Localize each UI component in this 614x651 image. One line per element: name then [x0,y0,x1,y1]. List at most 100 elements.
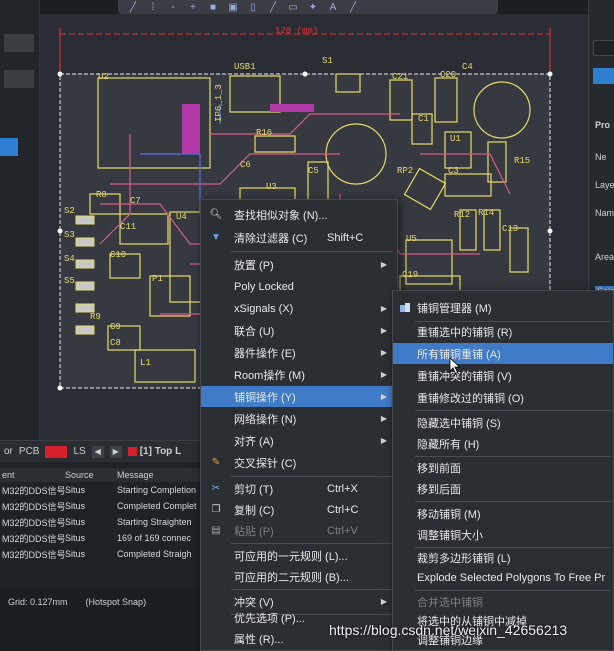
menu-room-actions[interactable]: Room操作 (M) ▶ [201,364,397,385]
line-icon[interactable]: ╱ [266,1,280,13]
submenu-arrow-icon: ▶ [380,436,387,445]
submenu-hide-all[interactable]: 隐藏所有 (H) [393,433,613,454]
designator: C7 [130,196,141,206]
pcb-toolbar: ╱ ⁞ ◦ + ■ ▣ ▯ ╱ ▭ ✦ A ╱ [118,0,498,14]
menu-binary-rules[interactable]: 可应用的二元规则 (B)... [201,566,397,587]
tab-ls[interactable]: LS [73,446,85,457]
submenu-repour-modified[interactable]: 重铺修改过的铺铜 (O) [393,387,613,408]
add-icon[interactable]: + [186,1,200,13]
layer-color-swatch[interactable] [45,445,68,458]
submenu-polygon-manager[interactable]: 铺铜管理器 (M) [393,297,613,318]
panel-label-layer: Laye [595,180,614,190]
designator: C20 [440,70,457,80]
designator: C5 [308,166,319,176]
designator: S2 [64,206,75,216]
left-panel-strip [0,0,40,440]
route-icon[interactable]: ╱ [126,1,140,13]
designator: R16 [256,128,273,138]
snap-mode: (Hotspot Snap) [85,597,147,607]
designator: R12 [454,210,471,220]
region-icon[interactable]: ▣ [226,1,240,13]
menu-union[interactable]: 联合 (U) ▶ [201,320,397,341]
menu-cut[interactable]: ✂ 剪切 (T) Ctrl+X [201,478,397,499]
message-row[interactable]: M32的DDS信号 Situs Completed Complet [0,498,210,514]
menu-unary-rules[interactable]: 可应用的一元规则 (L)... [201,545,397,566]
designator: S1 [322,56,333,66]
message-row[interactable]: M32的DDS信号 Situs Starting Completion [0,482,210,498]
submenu-resize-polygon[interactable]: 调整铺铜大小 [393,524,613,545]
col-source[interactable]: Source [65,470,117,480]
submenu-arrow-icon: ▶ [380,414,387,423]
pad-icon[interactable]: ⁞ [146,1,160,13]
submenu-repour-selected[interactable]: 重铺选中的铺铜 (R) [393,321,613,342]
designator: L1 [140,358,151,368]
top-layer-swatch [127,447,137,456]
designator: C4 [462,62,473,72]
text-icon[interactable]: A [326,1,340,13]
mouse-cursor-icon [449,357,461,375]
menu-align[interactable]: 对齐 (A) ▶ [201,430,397,451]
submenu-repour-violating[interactable]: 重铺冲突的铺铜 (V) [393,365,613,386]
left-panel-selection[interactable] [0,138,18,156]
designator: P1 [152,274,163,284]
designator: C19 [402,270,419,280]
panel-section-title: Pro [595,120,611,130]
menu-polygon-actions[interactable]: 铺铜操作 (Y) ▶ [201,386,397,407]
messages-panel: ent Source Message M32的DDS信号 Situs Start… [0,462,210,587]
menu-poly-locked[interactable]: Poly Locked [201,276,397,297]
submenu-arrow-icon: ▶ [380,392,387,401]
designator: R14 [478,208,495,218]
submenu-move-polygon[interactable]: 移动铺铜 (M) [393,503,613,524]
designator: R8 [96,190,107,200]
scissors-icon: ✂ [211,483,221,494]
left-panel-field[interactable] [4,34,34,52]
submenu-arrow-icon: ▶ [380,348,387,357]
designator: U5 [406,234,417,244]
arrow-icon[interactable]: ╱ [346,1,360,13]
menu-component-actions[interactable]: 器件操作 (E) ▶ [201,342,397,363]
designator: C3 [448,166,459,176]
designator: S4 [64,254,75,264]
search-icon: 🔍︎ [209,209,223,220]
tab-top-layer[interactable]: [1] Top L [127,446,182,457]
pin-icon[interactable]: ✦ [306,1,320,13]
menu-paste[interactable]: ▤ 粘贴 (P) Ctrl+V [201,520,397,541]
menu-place[interactable]: 放置 (P) ▶ [201,254,397,275]
menu-xsignals[interactable]: xSignals (X) ▶ [201,298,397,319]
component-icon[interactable]: ▭ [286,1,300,13]
submenu-hide-selected[interactable]: 隐藏选中铺铜 (S) [393,412,613,433]
submenu-repour-all[interactable]: 所有铺铜重铺 (A) [393,343,613,364]
designator: C10 [110,250,127,260]
menu-copy[interactable]: ❐ 复制 (C) Ctrl+C [201,499,397,520]
menu-net-actions[interactable]: 网络操作 (N) ▶ [201,408,397,429]
status-bar: Grid: 0.127mm (Hotspot Snap) [0,587,210,651]
tab-or[interactable]: or [4,446,13,457]
designator: USB1 [234,62,256,72]
left-panel-field[interactable] [4,70,34,88]
menu-clear-filter[interactable]: ▼ 清除过滤器 (C) Shift+C [201,227,397,248]
message-row[interactable]: M32的DDS信号 Situs 169 of 169 connec [0,530,210,546]
layer-next-button[interactable]: ▶ [109,445,122,458]
panel-label-area: Area [595,252,614,262]
submenu-bring-to-front[interactable]: 移到前面 [393,457,613,478]
doc-icon[interactable]: ▯ [246,1,260,13]
menu-cross-probe[interactable]: ✎ 交叉探针 (C) [201,452,397,473]
menu-find-similar[interactable]: 🔍︎ 查找相似对象 (N)... [201,204,397,225]
info-icon[interactable] [593,68,614,84]
submenu-merge-selected[interactable]: 合并选中铺铜 [393,591,613,612]
col-message[interactable]: Message [117,470,210,480]
col-document[interactable]: ent [0,470,65,480]
context-menu: 🔍︎ 查找相似对象 (N)... ▼ 清除过滤器 (C) Shift+C 放置 … [200,199,398,651]
submenu-send-to-back[interactable]: 移到后面 [393,478,613,499]
submenu-arrow-icon: ▶ [380,370,387,379]
fill-icon[interactable]: ■ [206,1,220,13]
submenu-explode-polygons[interactable]: Explode Selected Polygons To Free Pr [393,567,613,588]
panel-search-field[interactable] [593,40,614,56]
message-row[interactable]: M32的DDS信号 Situs Completed Straigh [0,546,210,562]
layer-prev-button[interactable]: ◀ [91,445,104,458]
top-layer-label: [1] Top L [139,446,182,457]
submenu-slice-polygon[interactable]: 裁剪多边形铺铜 (L) [393,547,613,568]
message-row[interactable]: M32的DDS信号 Situs Starting Straighten [0,514,210,530]
via-icon[interactable]: ◦ [166,1,180,13]
tab-pcb[interactable]: PCB [19,446,40,457]
